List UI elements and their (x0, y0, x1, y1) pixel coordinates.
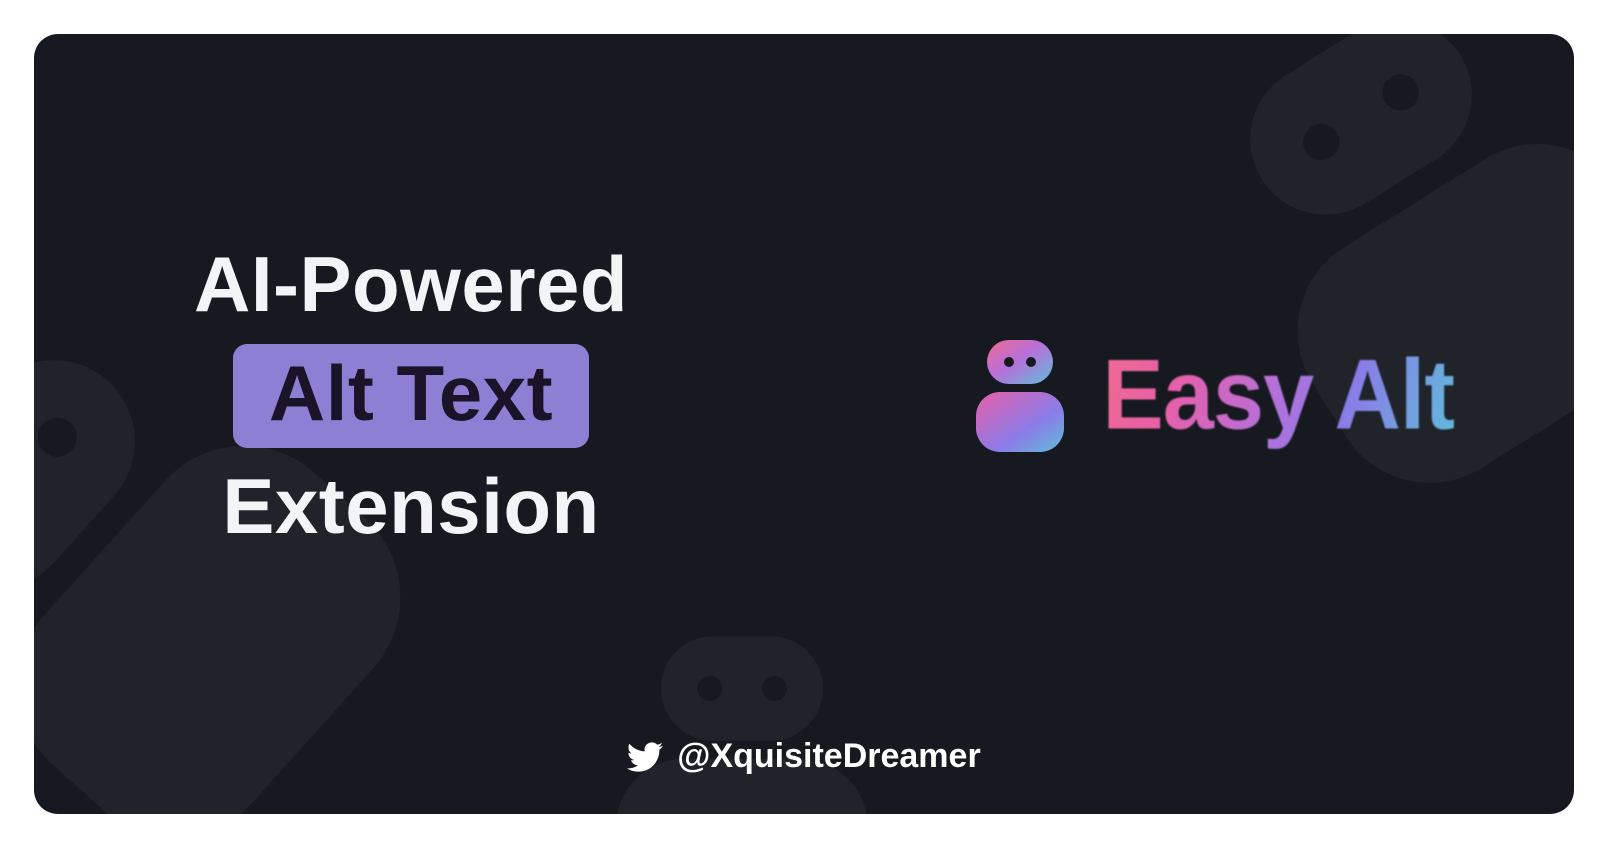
headline-highlight: Alt Text (233, 344, 589, 448)
twitter-icon (627, 739, 663, 775)
brand-block: Easy Alt (972, 338, 1454, 454)
footer: @XquisiteDreamer (34, 737, 1574, 814)
brand-name: Easy Alt (1102, 339, 1454, 452)
content-row: AI-Powered Alt Text Extension (34, 34, 1574, 737)
headline-block: AI-Powered Alt Text Extension (194, 244, 628, 548)
robot-icon (972, 338, 1068, 454)
headline-line1: AI-Powered (194, 244, 628, 326)
promo-card: AI-Powered Alt Text Extension (34, 34, 1574, 814)
twitter-handle: @XquisiteDreamer (677, 737, 980, 776)
headline-line3: Extension (222, 466, 599, 548)
